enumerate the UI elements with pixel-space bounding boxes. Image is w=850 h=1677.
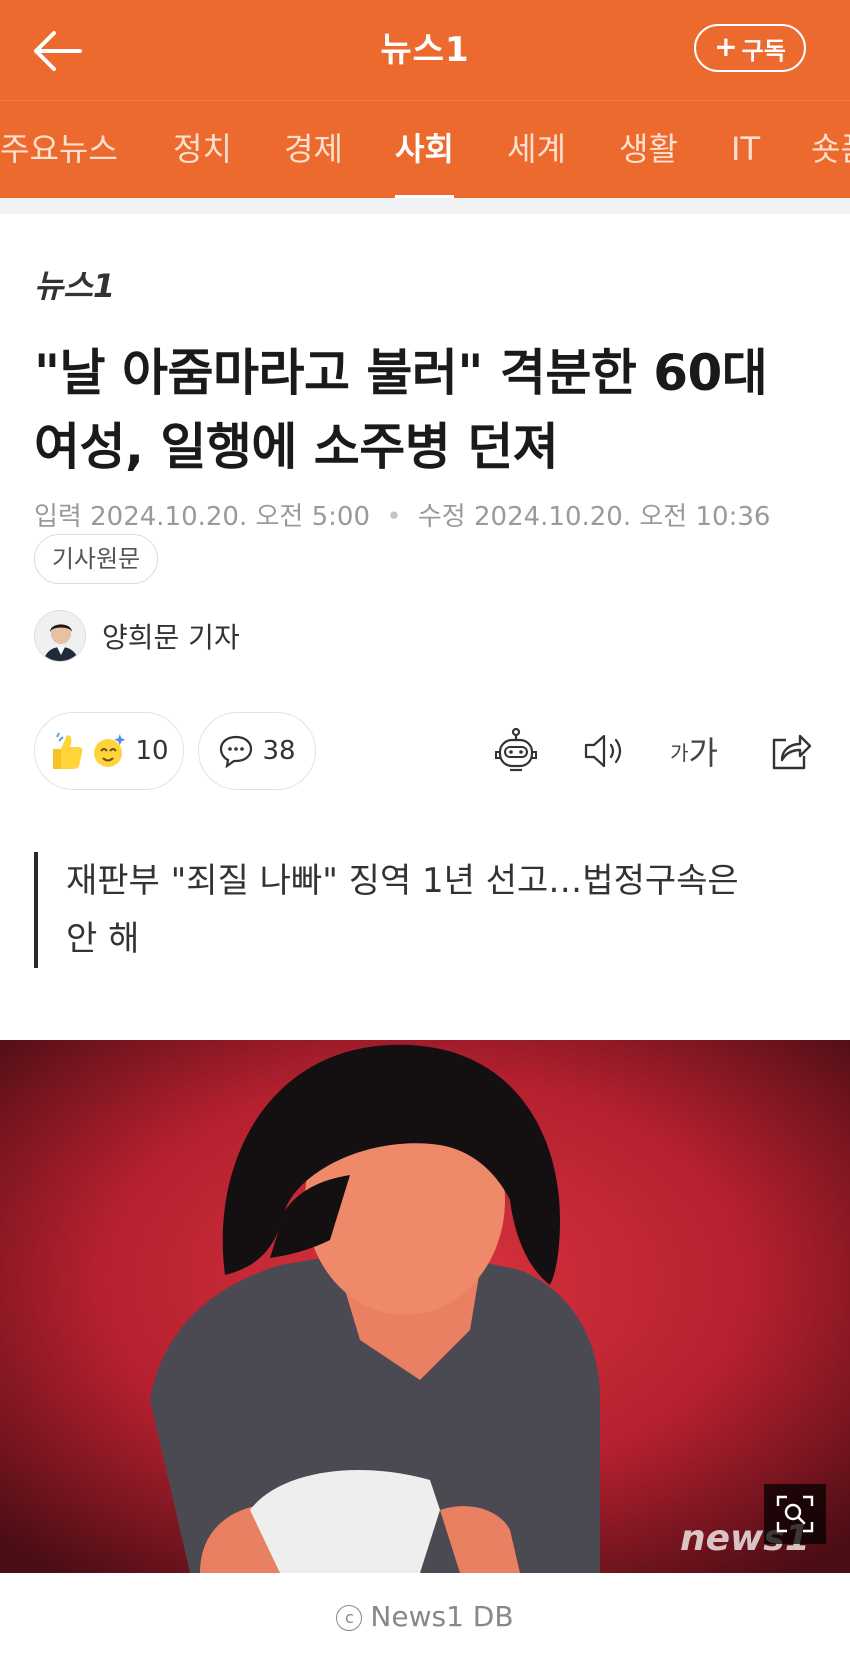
meta-separator: •	[386, 502, 402, 532]
back-arrow-icon	[34, 31, 82, 71]
tab-economy[interactable]: 경제	[284, 101, 343, 199]
summary-line-2: 안 해	[66, 919, 140, 959]
speaker-icon	[584, 734, 622, 768]
category-tabs: 주요뉴스 정치 경제 사회 세계 생활 IT 숏폼	[0, 100, 850, 199]
subscribe-label: 구독	[741, 36, 786, 65]
thumbs-up-icon	[53, 732, 83, 769]
section-divider	[0, 198, 850, 214]
summary-line-1: 재판부 "죄질 나빠" 징역 1년 선고…법정구속은	[66, 861, 739, 901]
font-size-button[interactable]: 가가	[664, 720, 724, 782]
top-app-bar: 뉴스1 + 구독	[0, 0, 850, 100]
zoom-icon	[776, 1495, 814, 1533]
input-time: 2024.10.20. 오전 5:00	[90, 502, 370, 532]
input-label: 입력	[34, 502, 82, 532]
font-size-icon-small: 가	[670, 740, 689, 765]
comment-icon	[220, 735, 253, 768]
robot-icon	[495, 727, 537, 772]
share-button[interactable]	[760, 720, 820, 782]
reporter-byline[interactable]: 양희문 기자	[34, 610, 240, 662]
headline-line-1: "날 아줌마라고 불러" 격분한 60대	[34, 344, 768, 402]
reaction-button[interactable]: 10	[34, 712, 184, 790]
article-headline: "날 아줌마라고 불러" 격분한 60대 여성, 일행에 소주병 던져	[34, 336, 814, 484]
tab-shortform[interactable]: 숏폼	[811, 101, 850, 199]
press-logo[interactable]: 뉴스1	[34, 262, 115, 306]
subscribe-button[interactable]: + 구독	[694, 24, 806, 72]
tab-society[interactable]: 사회	[395, 101, 454, 199]
back-button[interactable]	[28, 26, 88, 76]
tab-life[interactable]: 생활	[619, 101, 678, 199]
tab-politics[interactable]: 정치	[173, 101, 232, 199]
copyright-icon: c	[336, 1605, 363, 1631]
reaction-count: 10	[135, 736, 169, 766]
comment-count: 38	[262, 736, 296, 766]
read-aloud-button[interactable]	[574, 720, 634, 782]
tab-it[interactable]: IT	[731, 101, 760, 199]
sparkle-face-icon	[94, 734, 126, 767]
photo-caption: c News1 DB	[0, 1600, 850, 1633]
modified-label: 수정	[417, 502, 466, 532]
reporter-name: 양희문 기자	[102, 621, 240, 654]
share-icon	[772, 734, 812, 770]
plus-icon: +	[714, 29, 738, 63]
font-size-icon-large: 가	[688, 734, 718, 772]
press-logo-text: 뉴스1	[34, 267, 116, 305]
photo-zoom-button[interactable]	[764, 1484, 826, 1544]
tab-world[interactable]: 세계	[507, 101, 566, 199]
ai-summary-button[interactable]	[486, 720, 546, 782]
tab-main-news[interactable]: 주요뉴스	[0, 101, 118, 199]
article-timestamps: 입력 2024.10.20. 오전 5:00 • 수정 2024.10.20. …	[34, 496, 770, 533]
modified-time: 2024.10.20. 오전 10:36	[473, 502, 771, 532]
headline-line-2: 여성, 일행에 소주병 던져	[34, 418, 559, 476]
comment-button[interactable]: 38	[198, 712, 316, 790]
photo-caption-text: News1 DB	[370, 1600, 514, 1633]
article-summary: 재판부 "죄질 나빠" 징역 1년 선고…법정구속은 안 해	[34, 852, 774, 968]
reporter-avatar	[34, 610, 86, 662]
article-photo[interactable]: news1	[0, 1040, 850, 1573]
original-article-button[interactable]: 기사원문	[34, 534, 158, 584]
